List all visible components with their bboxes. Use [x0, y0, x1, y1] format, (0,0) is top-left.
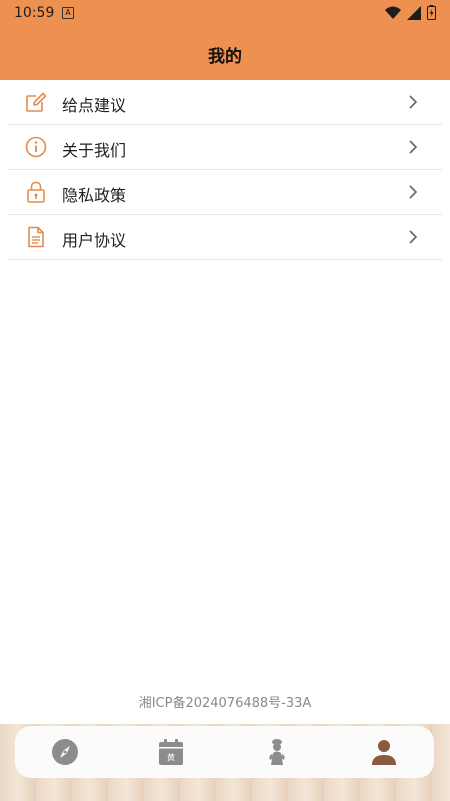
settings-menu: 给点建议 关于我们 隐私政策 用户协议 [0, 80, 450, 260]
menu-item-terms[interactable]: 用户协议 [8, 215, 442, 260]
menu-item-label: 用户协议 [62, 231, 127, 250]
nav-tab-figure[interactable] [261, 736, 293, 768]
wifi-icon [385, 6, 401, 19]
page-title: 我的 [208, 47, 242, 67]
chevron-right-icon [409, 230, 418, 244]
battery-icon [427, 5, 436, 20]
page-header: 我的 [0, 26, 450, 80]
info-icon [25, 136, 47, 158]
menu-item-privacy[interactable]: 隐私政策 [8, 170, 442, 215]
nav-tab-calendar[interactable]: 黄 [155, 736, 187, 768]
chevron-right-icon [409, 185, 418, 199]
status-time: 10:59 [14, 5, 55, 21]
icp-license[interactable]: 湘ICP备2024076488号-33A [0, 692, 450, 711]
figure-icon [269, 739, 285, 765]
menu-item-label: 关于我们 [62, 141, 127, 160]
user-icon [372, 740, 396, 765]
nav-tab-profile[interactable] [368, 736, 400, 768]
signal-icon [407, 5, 421, 20]
status-bar: 10:59 A [0, 0, 450, 26]
menu-item-about[interactable]: 关于我们 [8, 125, 442, 170]
menu-item-label: 隐私政策 [62, 186, 127, 205]
chevron-right-icon [409, 95, 418, 109]
menu-item-feedback[interactable]: 给点建议 [8, 80, 442, 125]
notification-icon: A [62, 7, 74, 19]
calendar-badge: 黄 [167, 752, 175, 762]
lock-icon [27, 181, 45, 203]
compass-icon [52, 739, 78, 765]
calendar-icon: 黄 [159, 739, 183, 765]
menu-item-label: 给点建议 [62, 96, 127, 115]
chevron-right-icon [409, 140, 418, 154]
nav-tab-discover[interactable] [49, 736, 81, 768]
document-icon [28, 226, 44, 248]
bottom-nav: 黄 [15, 726, 434, 778]
status-icons [385, 5, 436, 20]
edit-icon [26, 92, 47, 112]
